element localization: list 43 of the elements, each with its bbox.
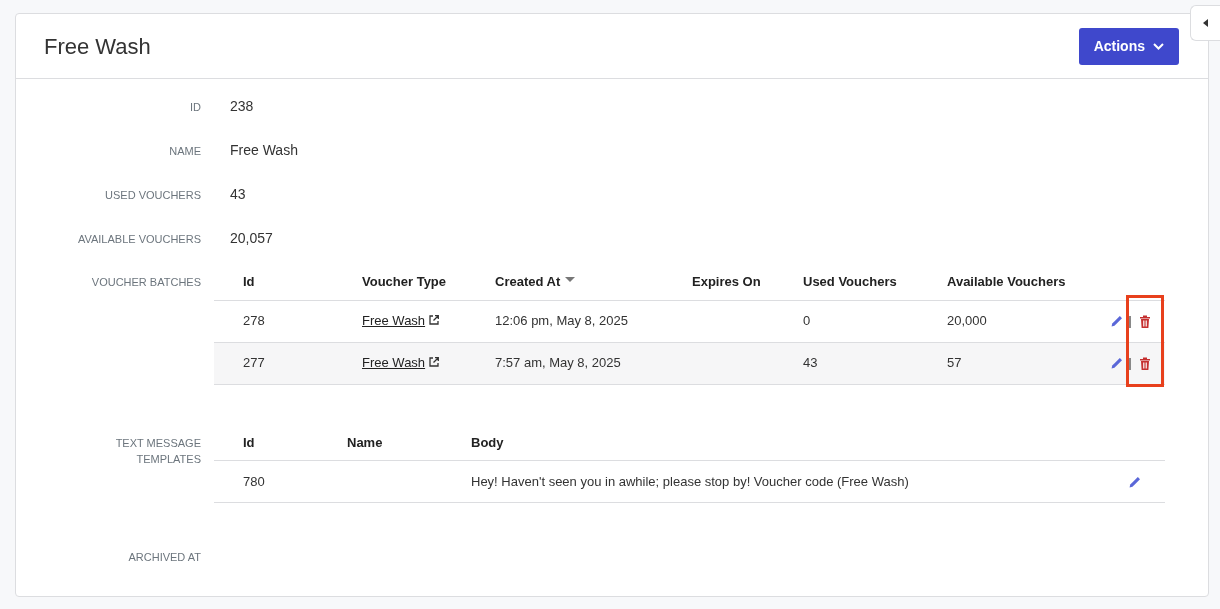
field-value: 20,057: [230, 229, 273, 248]
voucher-type-link[interactable]: Free Wash: [362, 313, 426, 329]
column-header: Name: [347, 424, 471, 461]
voucher-type-link[interactable]: Free Wash: [362, 355, 426, 371]
table-cell: 57: [947, 342, 1075, 384]
actions-button[interactable]: Actions: [1078, 27, 1179, 65]
field-label: AVAILABLE VOUCHERS: [76, 232, 201, 247]
field-label: NAME: [168, 144, 201, 159]
page-title: Free Wash: [44, 32, 151, 61]
column-header: Used Vouchers: [803, 264, 947, 300]
external-link-icon: [429, 315, 440, 326]
column-header: Expires On: [692, 264, 803, 300]
caret-left-icon: [1203, 19, 1208, 27]
table-cell: 278: [214, 300, 362, 342]
table-cell: 12:06 pm, May 8, 2025: [495, 300, 692, 342]
table-cell: Hey! Haven't seen you in awhile; please stop by! Voucher code (Free Wash): [471, 460, 1105, 503]
trash-icon[interactable]: [1139, 357, 1151, 371]
column-header: Id: [214, 424, 347, 461]
field-label: ID: [189, 100, 201, 115]
field-label: USED VOUCHERS: [104, 188, 201, 203]
table-cell: 277: [214, 342, 362, 384]
table-cell: 0: [803, 300, 947, 342]
field-value: 238: [230, 97, 254, 116]
column-header: Voucher Type: [362, 264, 495, 300]
table-cell: 20,000: [947, 300, 1075, 342]
pencil-icon[interactable]: [1128, 475, 1141, 489]
field-value: Free Wash: [230, 141, 298, 160]
pencil-icon[interactable]: [1110, 357, 1123, 371]
column-header: Created At: [495, 264, 692, 300]
trash-icon[interactable]: [1139, 315, 1151, 329]
field-label: TEXT MESSAGE TEMPLATES: [114, 435, 201, 467]
column-header: Id: [214, 264, 362, 300]
column-header: Available Vouchers: [947, 264, 1075, 300]
pencil-icon[interactable]: [1110, 315, 1123, 329]
external-link-icon: [429, 357, 440, 368]
column-header: Body: [471, 424, 1105, 461]
table-cell: 780: [214, 460, 347, 503]
table-cell: 7:57 am, May 8, 2025: [495, 342, 692, 384]
field-value: 43: [230, 185, 246, 204]
field-label: ARCHIVED AT: [128, 550, 201, 565]
chevron-down-icon: [1153, 42, 1164, 50]
table-cell: 43: [803, 342, 947, 384]
field-label: VOUCHER BATCHES: [91, 275, 201, 290]
